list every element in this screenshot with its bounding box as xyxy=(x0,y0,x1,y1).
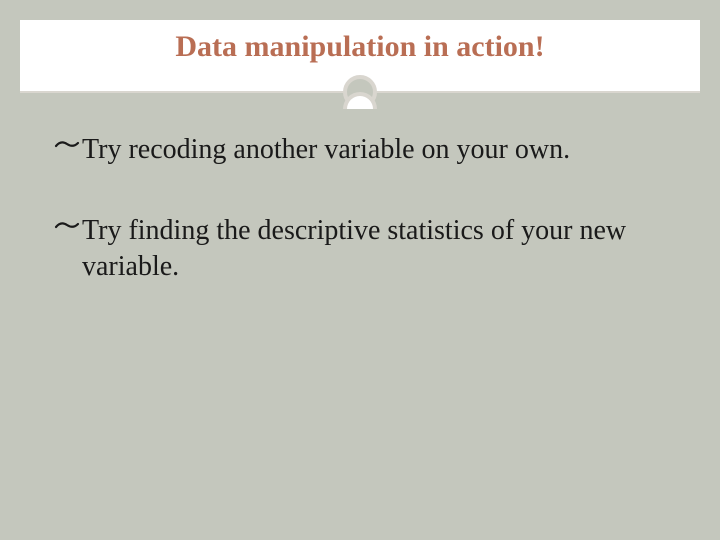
bullet-item: Try finding the descriptive statistics o… xyxy=(54,213,666,285)
title-band: Data manipulation in action! xyxy=(20,20,700,92)
bullet-text: Try finding the descriptive statistics o… xyxy=(82,213,666,285)
bullet-glyph-icon xyxy=(54,138,80,169)
bullet-text: Try recoding another variable on your ow… xyxy=(82,132,666,168)
bullet-item: Try recoding another variable on your ow… xyxy=(54,132,666,169)
slide-title: Data manipulation in action! xyxy=(20,30,700,64)
content-area: Try recoding another variable on your ow… xyxy=(20,92,700,284)
slide: Data manipulation in action! Try recodin… xyxy=(20,20,700,520)
bullet-glyph-icon xyxy=(54,219,80,250)
